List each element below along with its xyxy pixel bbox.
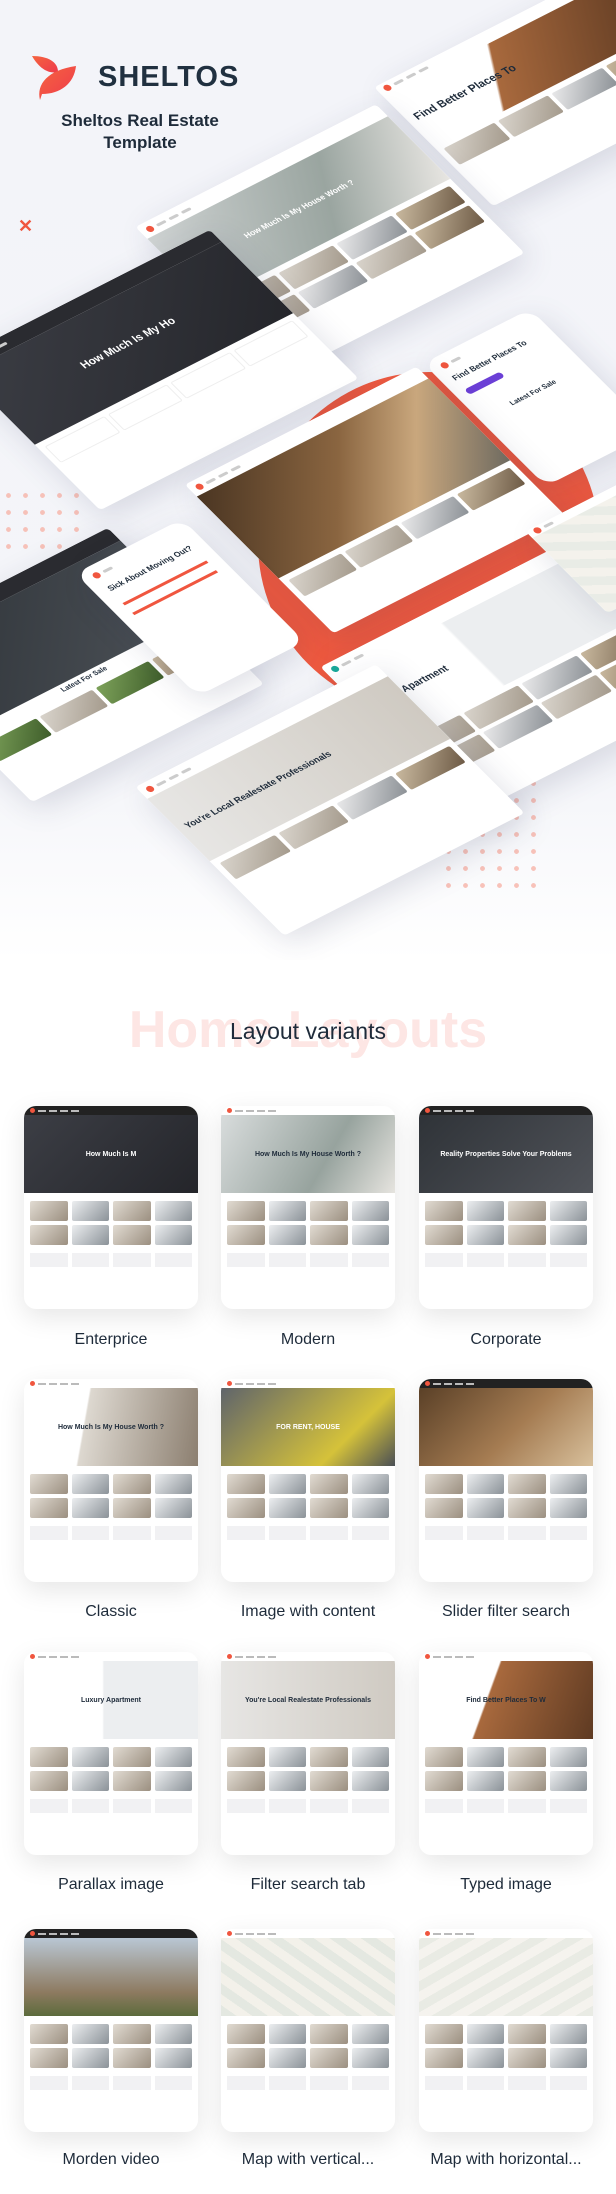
preview-listing	[24, 1466, 198, 1526]
preview-headline: Luxury Apartment	[80, 1696, 142, 1704]
variant-preview-card[interactable]: Find Better Places To W	[419, 1652, 593, 1855]
leaf-logo-icon	[32, 56, 76, 100]
hero-banner: SHELTOS Sheltos Real Estate Template ✕ F…	[0, 0, 616, 960]
preview-hero: How Much Is My House Worth ?	[24, 1388, 198, 1466]
preview-listing	[221, 1193, 395, 1253]
preview-headline: How Much Is My House Worth ?	[254, 1150, 362, 1158]
preview-hero	[419, 1388, 593, 1466]
preview-nav	[24, 1929, 198, 1938]
preview-headline: FOR RENT, HOUSE	[276, 1423, 340, 1431]
preview-nav	[419, 1929, 593, 1938]
close-mark-decoration-icon: ✕	[18, 216, 34, 236]
preview-details	[24, 1253, 198, 1267]
preview-nav	[419, 1379, 593, 1388]
preview-details	[221, 1526, 395, 1540]
variant-preview-card[interactable]	[24, 1929, 198, 2132]
preview-hero: Find Better Places To W	[419, 1661, 593, 1739]
preview-details	[24, 1526, 198, 1540]
variant-label[interactable]: Image with content	[213, 1603, 403, 1621]
preview-listing	[419, 2016, 593, 2076]
variant-preview-card[interactable]: Reality Properties Solve Your Problems	[419, 1106, 593, 1309]
preview-listing	[221, 1739, 395, 1799]
preview-details	[419, 1526, 593, 1540]
preview-nav	[24, 1652, 198, 1661]
preview-hero: How Much Is My House Worth ?	[221, 1115, 395, 1193]
variant-label[interactable]: Enterprice	[16, 1331, 206, 1349]
preview-details	[419, 1253, 593, 1267]
variant-label[interactable]: Parallax image	[16, 1876, 206, 1894]
variant-label[interactable]: Map with horizontal...	[411, 2151, 601, 2169]
preview-details	[221, 2076, 395, 2090]
preview-listing	[24, 2016, 198, 2076]
preview-headline: Reality Properties Solve Your Problems	[440, 1150, 572, 1158]
preview-nav	[24, 1106, 198, 1115]
variant-label[interactable]: Corporate	[411, 1331, 601, 1349]
variant-label[interactable]: Morden video	[16, 2151, 206, 2169]
variant-label[interactable]: Modern	[213, 1331, 403, 1349]
preview-hero: How Much Is M	[24, 1115, 198, 1193]
preview-headline: Find Better Places To W	[466, 1696, 546, 1704]
variant-preview-card[interactable]	[419, 1379, 593, 1582]
variant-label[interactable]: Map with vertical...	[213, 2151, 403, 2169]
preview-nav	[419, 1106, 593, 1115]
preview-listing	[419, 1739, 593, 1799]
preview-hero	[419, 1938, 593, 2016]
preview-hero	[24, 1938, 198, 2016]
variant-preview-card[interactable]	[419, 1929, 593, 2132]
preview-details	[419, 2076, 593, 2090]
preview-hero	[221, 1938, 395, 2016]
preview-details	[221, 1253, 395, 1267]
variant-preview-card[interactable]: You're Local Realestate Professionals	[221, 1652, 395, 1855]
section-title: Layout variants	[230, 1018, 386, 1044]
preview-listing	[419, 1193, 593, 1253]
preview-hero: You're Local Realestate Professionals	[221, 1661, 395, 1739]
preview-nav	[221, 1379, 395, 1388]
preview-listing	[221, 2016, 395, 2076]
variant-preview-card[interactable]: How Much Is M	[24, 1106, 198, 1309]
preview-details	[24, 1799, 198, 1813]
preview-nav	[419, 1652, 593, 1661]
preview-nav	[24, 1379, 198, 1388]
preview-details	[419, 1799, 593, 1813]
preview-hero: Reality Properties Solve Your Problems	[419, 1115, 593, 1193]
preview-headline: How Much Is M	[85, 1150, 137, 1158]
variant-preview-card[interactable]: Luxury Apartment	[24, 1652, 198, 1855]
tagline: Sheltos Real Estate Template	[61, 111, 219, 152]
preview-hero: Luxury Apartment	[24, 1661, 198, 1739]
variant-label[interactable]: Classic	[16, 1603, 206, 1621]
preview-listing	[419, 1466, 593, 1526]
preview-hero: FOR RENT, HOUSE	[221, 1388, 395, 1466]
variant-preview-card[interactable]: How Much Is My House Worth ?	[24, 1379, 198, 1582]
brand-name: SHELTOS	[98, 60, 240, 93]
variant-preview-card[interactable]	[221, 1929, 395, 2132]
variant-label[interactable]: Slider filter search	[411, 1603, 601, 1621]
preview-listing	[24, 1739, 198, 1799]
preview-listing	[24, 1193, 198, 1253]
preview-details	[24, 2076, 198, 2090]
preview-nav	[221, 1652, 395, 1661]
logo: SHELTOS	[30, 54, 239, 100]
preview-nav	[221, 1929, 395, 1938]
variant-label[interactable]: Filter search tab	[213, 1876, 403, 1894]
variant-label[interactable]: Typed image	[411, 1876, 601, 1894]
preview-headline: You're Local Realestate Professionals	[244, 1696, 372, 1704]
preview-nav	[221, 1106, 395, 1115]
preview-headline: How Much Is My House Worth ?	[57, 1423, 165, 1431]
variant-preview-card[interactable]: How Much Is My House Worth ?	[221, 1106, 395, 1309]
preview-listing	[221, 1466, 395, 1526]
variant-preview-card[interactable]: FOR RENT, HOUSE	[221, 1379, 395, 1582]
preview-details	[221, 1799, 395, 1813]
